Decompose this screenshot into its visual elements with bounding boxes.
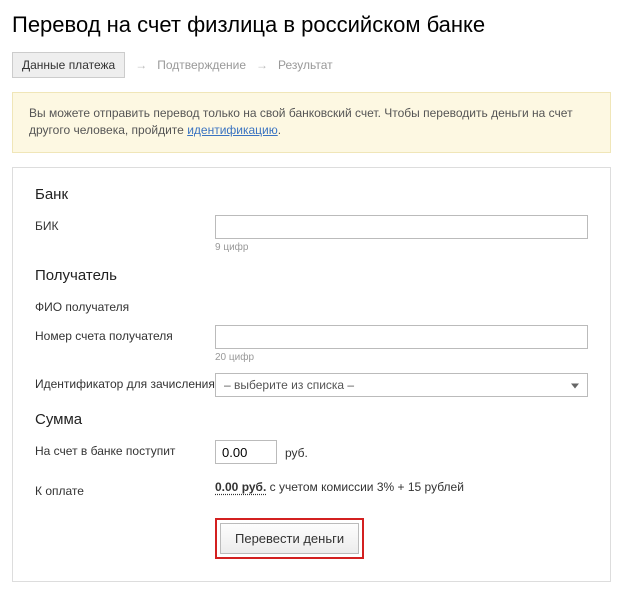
row-fio: ФИО получателя — [35, 296, 588, 316]
breadcrumb-step-data: Данные платежа — [12, 52, 125, 78]
account-hint: 20 цифр — [215, 352, 588, 363]
identification-link[interactable]: идентификацию — [187, 123, 278, 137]
section-amount-title: Сумма — [35, 411, 588, 428]
row-bik: БИК 9 цифр — [35, 215, 588, 253]
breadcrumb: Данные платежа → Подтверждение → Результ… — [12, 52, 611, 78]
payable-label: К оплате — [35, 480, 215, 500]
notice-text-after: . — [278, 123, 281, 137]
row-credit: На счет в банке поступит руб. — [35, 440, 588, 464]
transfer-button[interactable]: Перевести деньги — [220, 523, 359, 554]
bik-input[interactable] — [215, 215, 588, 239]
arrow-icon: → — [256, 58, 268, 72]
credit-label: На счет в банке поступит — [35, 440, 215, 460]
credit-currency: руб. — [285, 446, 308, 460]
identifier-label: Идентификатор для зачисления — [35, 373, 215, 393]
bik-hint: 9 цифр — [215, 242, 588, 253]
payable-amount: 0.00 руб. — [215, 480, 266, 494]
form-card: Банк БИК 9 цифр Получатель ФИО получател… — [12, 167, 611, 582]
row-account: Номер счета получателя 20 цифр — [35, 325, 588, 363]
row-identifier: Идентификатор для зачисления – выберите … — [35, 373, 588, 397]
identifier-select[interactable]: – выберите из списка – — [215, 373, 588, 397]
account-input[interactable] — [215, 325, 588, 349]
payable-commission: с учетом комиссии 3% + 15 рублей — [266, 480, 464, 494]
identifier-select-text: – выберите из списка – — [224, 378, 354, 392]
notice-banner: Вы можете отправить перевод только на св… — [12, 92, 611, 153]
bik-label: БИК — [35, 215, 215, 235]
page-title: Перевод на счет физлица в российском бан… — [12, 12, 611, 38]
credit-amount-input[interactable] — [215, 440, 277, 464]
breadcrumb-step-confirm: Подтверждение — [157, 58, 246, 72]
arrow-icon: → — [135, 58, 147, 72]
section-bank-title: Банк — [35, 186, 588, 203]
breadcrumb-step-result: Результат — [278, 58, 333, 72]
section-recipient-title: Получатель — [35, 267, 588, 284]
account-label: Номер счета получателя — [35, 325, 215, 345]
notice-text: Вы можете отправить перевод только на св… — [29, 106, 573, 137]
row-payable: К оплате 0.00 руб. с учетом комиссии 3% … — [35, 480, 588, 500]
fio-label: ФИО получателя — [35, 296, 215, 316]
submit-highlight: Перевести деньги — [215, 518, 364, 559]
